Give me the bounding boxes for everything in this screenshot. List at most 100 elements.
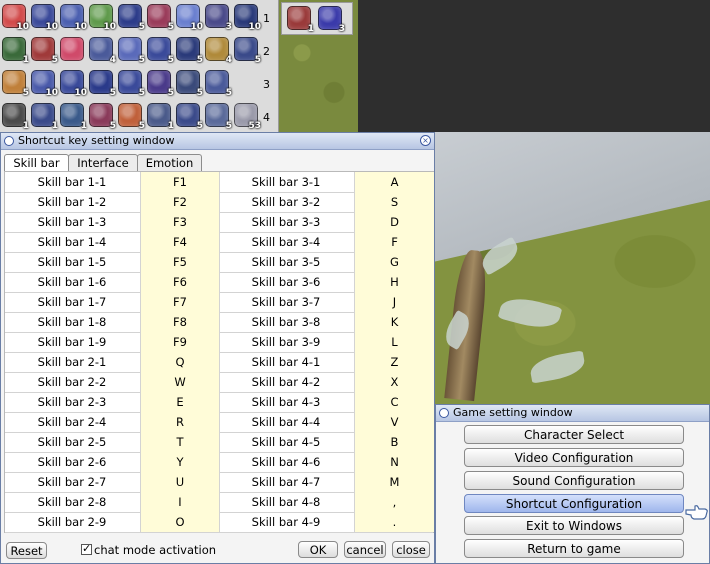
shortcut-key-cell[interactable]: F4 xyxy=(140,232,220,252)
reset-button[interactable]: Reset xyxy=(6,542,47,559)
return-to-game-button[interactable]: Return to game xyxy=(464,539,684,558)
skill-slot[interactable]: 5 xyxy=(0,68,29,98)
slot-count: 10 xyxy=(16,22,29,32)
shortcut-key-cell[interactable]: F xyxy=(354,232,434,252)
shortcut-key-cell[interactable]: C xyxy=(354,392,434,412)
shortcut-key-cell[interactable]: B xyxy=(354,432,434,452)
skill-slot[interactable]: 5 xyxy=(29,35,58,65)
shortcut-key-cell[interactable]: Y xyxy=(140,452,220,472)
shortcut-key-cell[interactable]: L xyxy=(354,332,434,352)
shortcut-key-cell[interactable]: Q xyxy=(140,352,220,372)
slot-count: 10 xyxy=(103,22,116,32)
shortcut-key-cell[interactable]: R xyxy=(140,412,220,432)
character-select-button[interactable]: Character Select xyxy=(464,425,684,444)
table-row: Skill bar 1-7 F7 Skill bar 3-7 J xyxy=(5,292,434,313)
skill-slot[interactable]: 5 xyxy=(87,68,116,98)
shortcut-key-cell[interactable]: G xyxy=(354,252,434,272)
shortcut-key-cell[interactable]: O xyxy=(140,512,220,532)
shortcut-key-cell[interactable]: A xyxy=(354,172,434,192)
skill-slot[interactable]: 1 xyxy=(145,101,174,131)
skill-slot[interactable]: 5 xyxy=(174,101,203,131)
shortcut-window-titlebar[interactable]: Shortcut key setting window × xyxy=(1,133,434,150)
shortcut-key-cell[interactable]: M xyxy=(354,472,434,492)
cancel-button[interactable]: cancel xyxy=(344,541,386,558)
shortcut-key-cell[interactable]: J xyxy=(354,292,434,312)
shortcut-key-cell[interactable]: S xyxy=(354,192,434,212)
tab-interface[interactable]: Interface xyxy=(68,154,138,172)
shortcut-key-cell[interactable]: F5 xyxy=(140,252,220,272)
shortcut-key-cell[interactable]: X xyxy=(354,372,434,392)
shortcut-key-cell[interactable]: K xyxy=(354,312,434,332)
shortcut-key-cell[interactable]: . xyxy=(354,512,434,532)
skill-slot[interactable]: 1 xyxy=(0,35,29,65)
window-minimize-icon[interactable] xyxy=(4,136,14,146)
shortcut-key-cell[interactable]: F1 xyxy=(140,172,220,192)
shortcut-key-cell[interactable]: V xyxy=(354,412,434,432)
shortcut-key-cell[interactable]: E xyxy=(140,392,220,412)
shortcut-key-cell[interactable]: D xyxy=(354,212,434,232)
skill-slot[interactable]: 5 xyxy=(174,35,203,65)
exit-to-windows-button[interactable]: Exit to Windows xyxy=(464,516,684,535)
shortcut-key-table: Skill bar 1-1 F1 Skill bar 3-1 A Skill bar 1… xyxy=(4,171,434,533)
shortcut-key-cell[interactable]: U xyxy=(140,472,220,492)
skill-slot[interactable]: 1 xyxy=(0,101,29,131)
skill-slot[interactable]: 5 xyxy=(174,68,203,98)
skill-bar-label: Skill bar 1-1 xyxy=(37,175,107,189)
window-minimize-icon[interactable] xyxy=(439,408,449,418)
skill-slot[interactable]: 5 xyxy=(116,101,145,131)
skill-slot[interactable]: 5 xyxy=(87,101,116,131)
skill-slot[interactable]: 5 xyxy=(116,2,145,32)
ok-button[interactable]: OK xyxy=(298,541,338,558)
skill-slot[interactable]: 10 xyxy=(87,2,116,32)
skill-slot[interactable]: 3 xyxy=(203,2,232,32)
shortcut-key-cell[interactable]: F9 xyxy=(140,332,220,352)
skill-slot[interactable]: 10 xyxy=(58,68,87,98)
shortcut-key-cell[interactable]: H xyxy=(354,272,434,292)
dark-sky-area xyxy=(355,0,710,132)
shortcut-key-cell[interactable]: Z xyxy=(354,352,434,372)
skill-slot[interactable]: 5 xyxy=(203,68,232,98)
chat-mode-checkbox[interactable] xyxy=(81,542,92,555)
shortcut-key-cell[interactable]: F3 xyxy=(140,212,220,232)
skill-slot[interactable]: 10 xyxy=(232,2,261,32)
skill-slot[interactable]: 5 xyxy=(116,35,145,65)
skill-slot[interactable]: 53 xyxy=(232,101,261,131)
skill-slot[interactable]: 5 xyxy=(232,35,261,65)
shortcut-key-cell[interactable]: F8 xyxy=(140,312,220,332)
skill-slot[interactable]: 1 xyxy=(29,101,58,131)
close-button[interactable]: close xyxy=(392,541,430,558)
skill-slot[interactable] xyxy=(58,35,87,64)
shortcut-configuration-button[interactable]: Shortcut Configuration xyxy=(464,494,684,513)
skill-slot[interactable]: 5 xyxy=(116,68,145,98)
skill-slot[interactable]: 10 xyxy=(58,2,87,32)
shortcut-key-cell[interactable]: N xyxy=(354,452,434,472)
shortcut-key-cell[interactable]: F6 xyxy=(140,272,220,292)
skill-slot[interactable]: 1 xyxy=(285,4,314,34)
skill-slot[interactable]: 1 xyxy=(58,101,87,131)
sound-configuration-button[interactable]: Sound Configuration xyxy=(464,471,684,490)
skill-slot[interactable]: 4 xyxy=(203,35,232,65)
skill-slot[interactable]: 10 xyxy=(29,68,58,98)
skill-slot[interactable]: 5 xyxy=(145,35,174,65)
skill-slot[interactable]: 3 xyxy=(316,4,345,34)
video-configuration-button[interactable]: Video Configuration xyxy=(464,448,684,467)
slot-count: 3 xyxy=(338,24,345,34)
shortcut-key-cell[interactable]: F7 xyxy=(140,292,220,312)
skill-bar-label: Skill bar 4-5 xyxy=(251,435,321,449)
skill-slot[interactable]: 10 xyxy=(174,2,203,32)
skill-slot[interactable]: 5 xyxy=(145,2,174,32)
skill-slot[interactable]: 5 xyxy=(145,68,174,98)
shortcut-key-cell[interactable]: I xyxy=(140,492,220,512)
game-window-titlebar[interactable]: Game setting window xyxy=(436,405,709,422)
skill-slot[interactable]: 4 xyxy=(87,35,116,65)
skill-slot[interactable]: 5 xyxy=(203,101,232,131)
shortcut-key-cell[interactable]: F2 xyxy=(140,192,220,212)
shortcut-key-cell[interactable]: T xyxy=(140,432,220,452)
shortcut-key-cell[interactable]: , xyxy=(354,492,434,512)
shortcut-key-cell[interactable]: W xyxy=(140,372,220,392)
window-close-icon[interactable]: × xyxy=(420,135,431,146)
tab-emotion[interactable]: Emotion xyxy=(137,154,202,172)
skill-slot[interactable]: 10 xyxy=(0,2,29,32)
skill-slot[interactable]: 10 xyxy=(29,2,58,32)
skill-bar-label: Skill bar 1-7 xyxy=(37,295,107,309)
